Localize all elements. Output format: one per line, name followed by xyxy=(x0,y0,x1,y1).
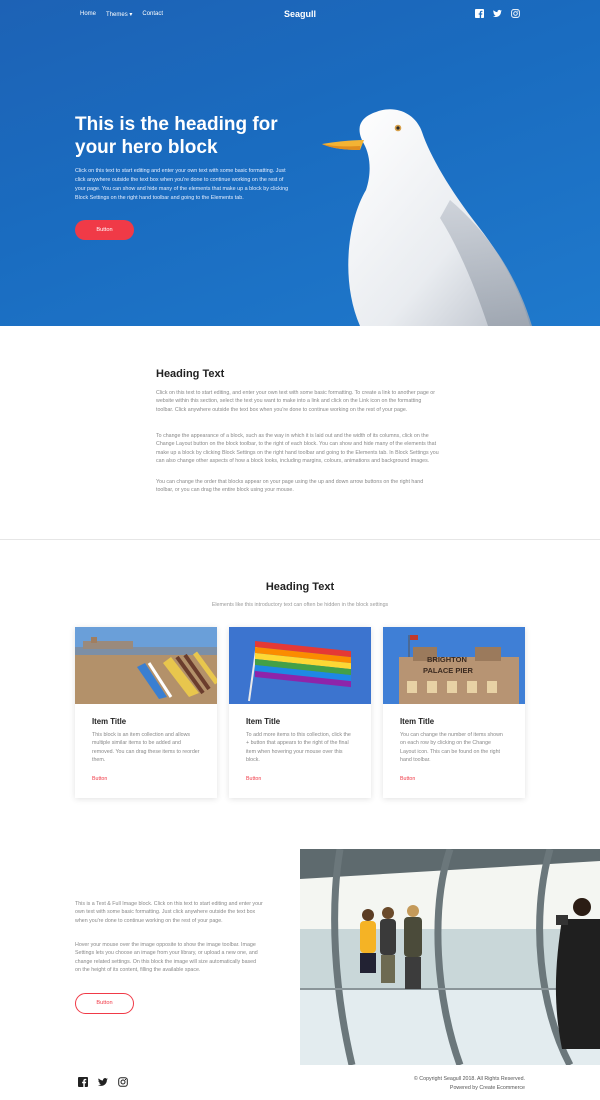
item-button[interactable]: Button xyxy=(92,776,107,782)
instagram-icon[interactable] xyxy=(511,9,520,18)
item-title: Item Title xyxy=(246,717,281,726)
section2-heading: Heading Text xyxy=(265,581,335,593)
hero-text: Click on this text to start editing and … xyxy=(75,168,289,201)
powered-by-text[interactable]: Powered by Create Ecommerce xyxy=(414,1084,525,1093)
top-nav: Home Themes ▾ Contact Seagull xyxy=(0,0,600,30)
header-social-links xyxy=(475,9,520,18)
pier-image: BRIGHTON PALACE PIER xyxy=(383,627,525,704)
copyright-text: © Copyright Seagull 2018. All Rights Res… xyxy=(413,1076,525,1082)
section1-paragraph: To change the appearance of a block, suc… xyxy=(156,433,439,465)
item-card: Item Title To add more items to this col… xyxy=(229,627,371,798)
section1-paragraph: You can change the order that blocks app… xyxy=(156,479,424,494)
item-button[interactable]: Button xyxy=(246,776,261,782)
pier-sign-line1: BRIGHTON xyxy=(427,655,467,664)
section3-paragraph: This is a Text & Full Image block. Click… xyxy=(75,901,263,924)
seagull-image xyxy=(322,109,532,326)
section2-subtitle: Elements like this introductory text can… xyxy=(211,602,389,608)
item-title: Item Title xyxy=(92,717,127,726)
item-card: BRIGHTON PALACE PIER Item Title You can … xyxy=(383,627,525,798)
section3-button[interactable]: Button xyxy=(75,993,134,1014)
item-text: You can change the number of items shown… xyxy=(400,732,503,763)
section3-paragraph: Hover your mouse over the image opposite… xyxy=(75,942,258,974)
hero-section: Home Themes ▾ Contact Seagull This is th… xyxy=(0,0,600,326)
twitter-icon[interactable] xyxy=(493,9,502,18)
twitter-icon[interactable] xyxy=(98,1077,108,1087)
deckchairs-image xyxy=(75,627,217,704)
hero-heading: This is the heading for your hero block xyxy=(75,114,278,158)
section1-paragraph: Click on this text to start editing, and… xyxy=(156,390,436,413)
item-title: Item Title xyxy=(400,717,435,726)
footer-social-links xyxy=(78,1077,128,1087)
item-card: Item Title This block is an item collect… xyxy=(75,627,217,798)
footer-copyright: © Copyright Seagull 2018. All Rights Res… xyxy=(414,1075,525,1092)
hero-button[interactable]: Button xyxy=(75,220,134,240)
item-text: To add more items to this collection, cl… xyxy=(246,732,351,763)
section1-heading: Heading Text xyxy=(156,368,225,380)
facebook-icon[interactable] xyxy=(78,1077,88,1087)
instagram-icon[interactable] xyxy=(118,1077,128,1087)
item-button[interactable]: Button xyxy=(400,776,415,782)
observation-deck-image xyxy=(300,849,600,1065)
section-divider xyxy=(0,539,600,540)
facebook-icon[interactable] xyxy=(475,9,484,18)
rainbow-flag-image xyxy=(229,627,371,704)
pier-sign-line2: PALACE PIER xyxy=(423,666,473,675)
item-text: This block is an item collection and all… xyxy=(92,732,200,763)
